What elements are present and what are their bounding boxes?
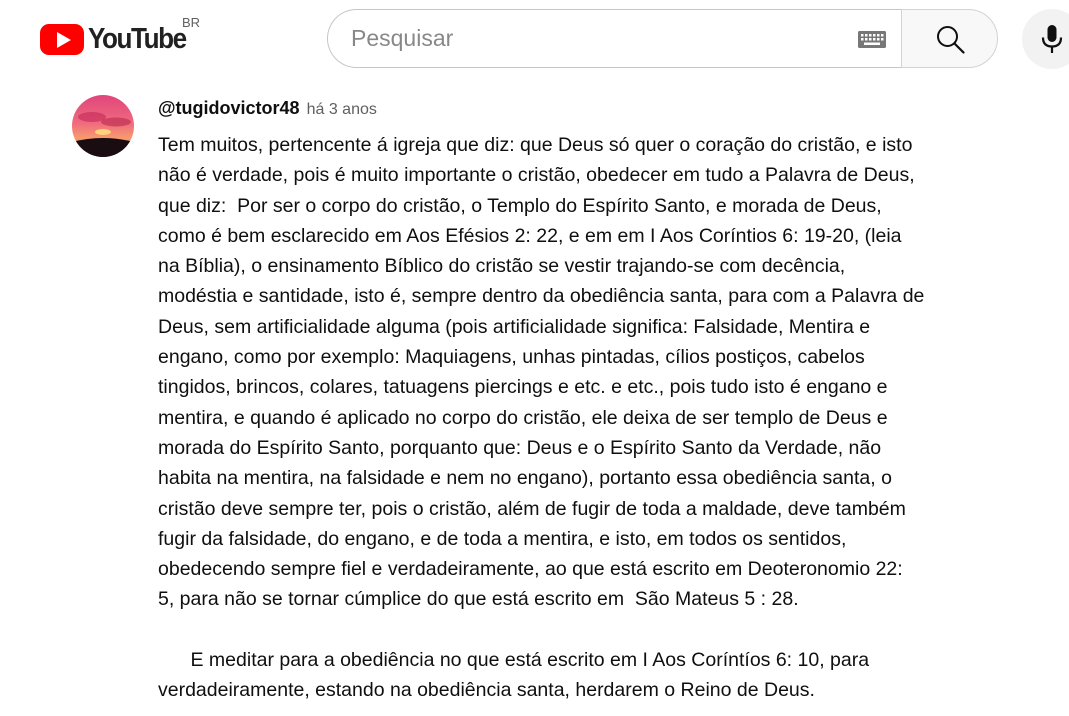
search-button[interactable]: [901, 9, 998, 68]
search-input[interactable]: [351, 10, 831, 67]
comment-line: E meditar para a obediência no que está …: [158, 649, 870, 672]
youtube-logo[interactable]: YouTube: [40, 21, 197, 57]
logo-text: YouTube: [88, 22, 187, 55]
masthead: YouTube BR: [0, 0, 1069, 78]
comment-line: Deus, sem artificialidade alguma (pois a…: [158, 315, 871, 338]
comment-line: verdadeiramente, estando na obediência s…: [158, 679, 815, 702]
country-code: BR: [182, 15, 201, 30]
voice-search-button[interactable]: [1022, 9, 1069, 69]
avatar[interactable]: [72, 95, 134, 157]
comment-line: Tem muitos, pertencente á igreja que diz…: [158, 134, 913, 156]
comment-thread-item: @tugidovictor48 há 3 anos Tem muitos, pe…: [0, 78, 1069, 716]
keyboard-icon[interactable]: [858, 31, 886, 48]
comment-line: tingidos, brincos, colares, tatuagens pi…: [158, 376, 888, 399]
comment-line: mentira, e quando é aplicado no corpo do…: [158, 406, 888, 429]
search-box: [327, 9, 902, 68]
comment-header: @tugidovictor48 há 3 anos: [158, 98, 377, 120]
comment-line: fugir da falsidade, do engano, e de toda…: [158, 527, 847, 550]
comment-line: modéstia e santidade, isto é, sempre den…: [158, 285, 925, 308]
comment-line: cristão deve sempre ter, pois o cristão,…: [158, 497, 906, 520]
comment-text: Tem muitos, pertencente á igreja que diz…: [158, 130, 988, 706]
comment-line: engano, como por exemplo: Maquiagens, un…: [158, 346, 865, 369]
mic-icon: [1041, 25, 1063, 53]
comment-line: 5, para não se tornar cúmplice do que es…: [158, 588, 799, 611]
comment-line: não é verdade, pois é muito importante o…: [158, 164, 915, 187]
comment-line: obedecendo sempre fiel e verdadeiramente…: [158, 558, 903, 581]
comment-line: como é bem esclarecido em Aos Efésios 2:…: [158, 224, 902, 247]
comment-line: habita na mentira, na falsidade e nem no…: [158, 467, 892, 490]
youtube-play-icon: [40, 23, 84, 55]
comment-line: que diz: Por ser o corpo do cristão, o T…: [158, 194, 882, 217]
comment-timestamp[interactable]: há 3 anos: [307, 101, 377, 119]
avatar-image: [72, 95, 134, 157]
comment-line: na Bíblia), o ensinamento Bíblico do cri…: [158, 255, 846, 278]
author-name[interactable]: @tugidovictor48: [158, 98, 300, 119]
comment-line: morada do Espírito Santo, porquanto que:…: [158, 436, 882, 459]
search-icon: [937, 26, 965, 54]
